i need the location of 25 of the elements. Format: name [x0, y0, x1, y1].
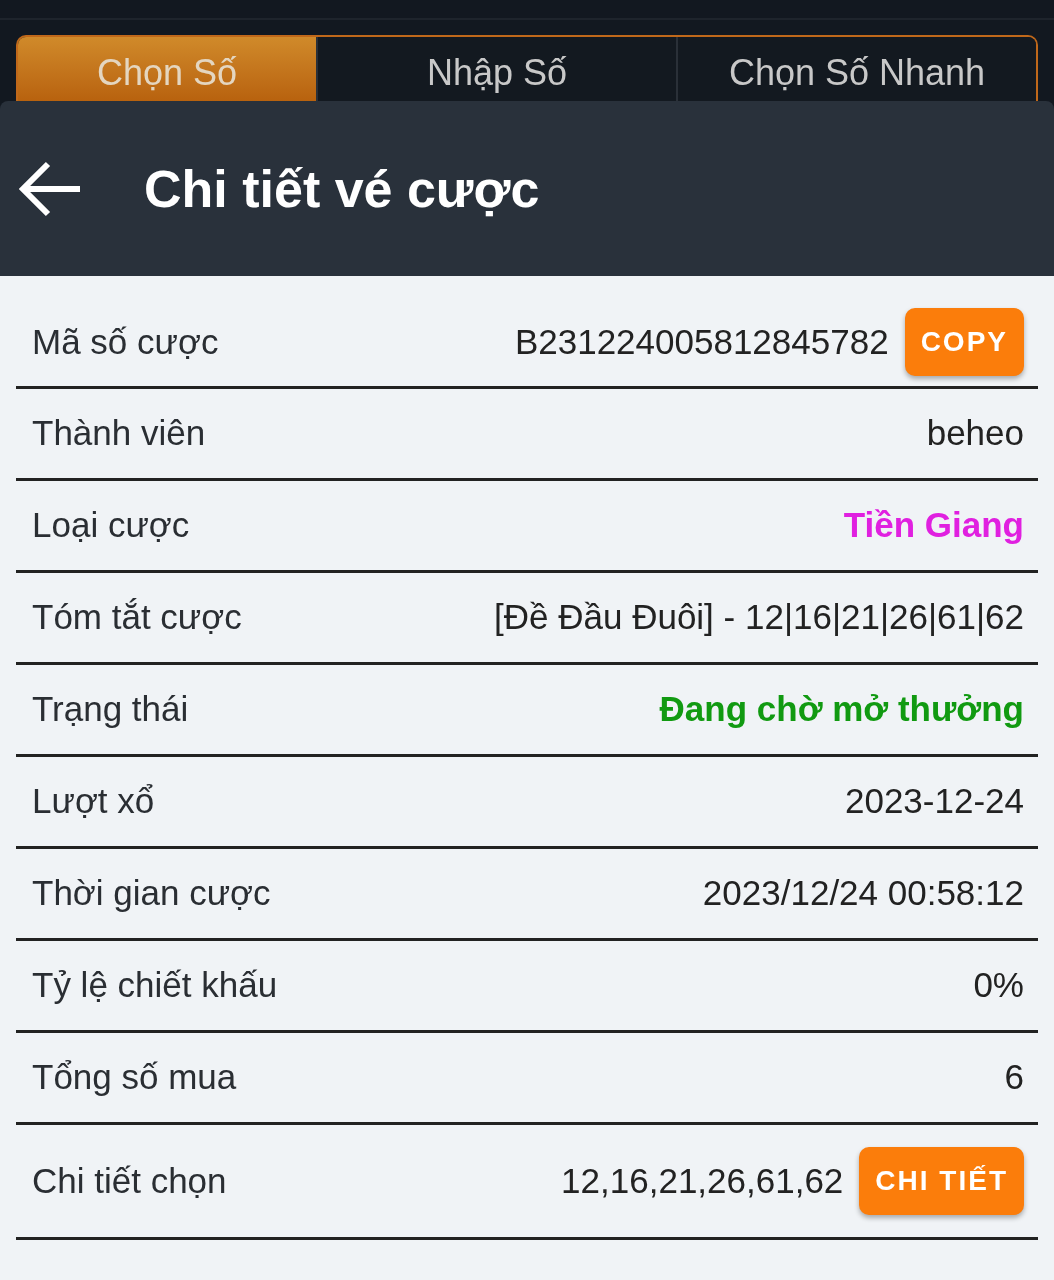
action-button[interactable]: CHI TIẾT [859, 1147, 1024, 1215]
field-label: Thời gian cược [32, 872, 271, 915]
field-value: Đang chờ mở thưởng [659, 688, 1024, 731]
field-value: Tiền Giang [843, 504, 1024, 547]
field-label: Loại cược [32, 504, 190, 547]
field-value: beheo [926, 412, 1024, 455]
field-label: Mã số cược [32, 320, 219, 363]
field-value: 0% [973, 964, 1024, 1007]
field-label: Tổng số mua [32, 1056, 237, 1099]
field-value: 2023-12-24 [844, 780, 1024, 823]
field-label: Tóm tắt cược [32, 596, 242, 639]
field-label: Lượt xổ [32, 780, 155, 823]
tab[interactable]: Chọn Số Nhanh [676, 37, 1036, 101]
field-label: Chi tiết chọn [32, 1159, 227, 1202]
page-title: Chi tiết vé cược [144, 158, 540, 220]
field-value: B231224005812845782 [514, 320, 889, 363]
field-value: 12,16,21,26,61,62 [561, 1159, 844, 1202]
field-label: Trạng thái [32, 688, 189, 731]
field-label: Tỷ lệ chiết khấu [32, 964, 278, 1007]
field-value: 6 [1004, 1056, 1024, 1099]
action-button[interactable]: COPY [904, 308, 1024, 376]
field-label: Thành viên [32, 412, 206, 455]
tab[interactable]: Chọn Số [18, 37, 316, 101]
field-value: [Đề Đầu Đuôi] - 12|16|21|26|61|62 [494, 596, 1024, 639]
field-value: 2023/12/24 00:58:12 [702, 872, 1024, 915]
